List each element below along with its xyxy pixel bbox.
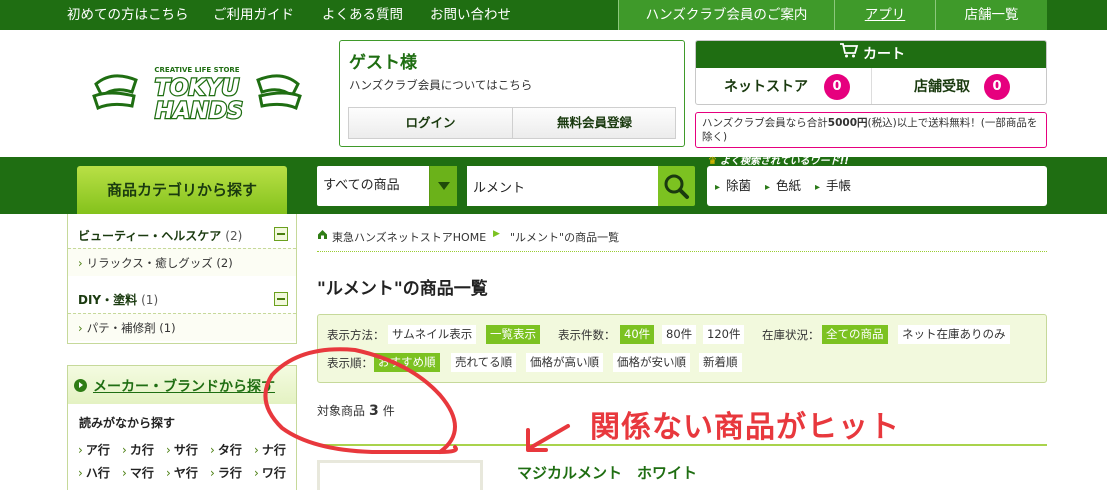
club-info-link[interactable]: ハンズクラブ会員についてはこちら [349,77,532,93]
stock-label: 在庫状況： [762,328,820,342]
sort-label: 表示順： [327,356,373,370]
result-count: 対象商品 3 件 [317,403,395,419]
top-nav-contact[interactable]: お問い合わせ [430,0,511,30]
maker-header[interactable]: メーカー・ブランドから探す [68,366,296,404]
top-nav-club-info[interactable]: ハンズクラブ会員のご案内 [618,0,834,30]
popular-words-title: ♛ よく検索されているワード!! [708,156,849,167]
cart-panel: カート ネットストア 0 店舗受取 0 [695,40,1047,105]
sort-newest-option[interactable]: 新着順 [699,353,742,372]
register-button[interactable]: 無料会員登録 [513,108,676,138]
browse-category-button[interactable]: 商品カテゴリから探す [77,166,287,214]
top-nav-stores[interactable]: 店舗一覧 [935,0,1047,30]
cart-pickup[interactable]: 店舗受取 0 [872,68,1046,104]
search-scope-value: すべての商品 [323,178,400,193]
arrow-right-icon [74,379,87,392]
stock-all-option[interactable]: 全ての商品 [822,325,888,344]
login-button[interactable]: ログイン [349,108,513,138]
kana-link[interactable]: ハ行 [78,464,110,481]
sidebar-maker-search: メーカー・ブランドから探す 読みがなから探す ア行 カ行 サ行 タ行 ナ行 ハ行… [67,365,297,490]
home-icon[interactable] [317,229,328,243]
page-title: "ルメント"の商品一覧 [317,279,488,299]
popular-word[interactable]: 色紙 [765,166,801,208]
sort-recommended-option[interactable]: おすすめ順 [374,353,440,372]
annotation-arrow [526,424,570,452]
divider [317,251,1047,252]
free-shipping-note: ハンズクラブ会員なら合計5000円(税込)以上で送料無料！(一部商品を除く) [695,112,1047,148]
per-page-label: 表示件数： [558,328,616,342]
listing-options: 表示方法： サムネイル表示 一覧表示 表示件数： 40件 80件 120件 在庫… [317,314,1047,383]
kana-link[interactable]: ア行 [78,441,110,458]
top-nav-first-time[interactable]: 初めての方はこちら [67,0,189,30]
per-page-120-option[interactable]: 120件 [703,325,745,344]
search-scope-select[interactable]: すべての商品 [317,166,457,206]
popular-word[interactable]: 除菌 [715,166,751,208]
tokyu-hands-logo[interactable]: CREATIVE LIFE STORE TOKYU HANDS [92,62,302,125]
top-nav-guide[interactable]: ご利用ガイド [213,0,294,30]
sort-price-low-option[interactable]: 価格が安い順 [613,353,690,372]
sidebar-category-diy[interactable]: DIY・塗料 (1) [78,291,158,308]
chevron-down-icon [429,166,457,206]
maker-title: メーカー・ブランドから探す [93,379,275,395]
top-nav-faq[interactable]: よくある質問 [322,0,403,30]
view-thumbnail-option[interactable]: サムネイル表示 [388,325,477,344]
top-nav-app[interactable]: アプリ [834,0,935,30]
kana-link[interactable]: ワ行 [254,464,286,481]
cart-icon [839,41,859,68]
kana-search-label: 読みがなから探す [79,416,176,430]
logo-line1: TOKYU [155,76,240,101]
logo-tagline: CREATIVE LIFE STORE [154,66,239,74]
per-page-40-option[interactable]: 40件 [620,325,655,344]
cart-pickup-count-badge: 0 [984,74,1010,100]
sort-price-high-option[interactable]: 価格が高い順 [526,353,603,372]
kana-link[interactable]: ヤ行 [166,464,198,481]
kana-link[interactable]: タ行 [210,441,242,458]
product-name[interactable]: マジカルメント ホワイト [517,462,697,483]
kana-link[interactable]: ナ行 [254,441,286,458]
popular-words-box: 除菌 色紙 手帳 [707,166,1047,206]
cart-pickup-label: 店舗受取 [914,79,970,95]
guest-panel: ゲスト様 ハンズクラブ会員についてはこちら ログイン 無料会員登録 [339,40,685,147]
sidebar-category-beauty[interactable]: ビューティー・ヘルスケア (2) [78,227,242,244]
search-input[interactable] [467,166,659,206]
kana-link[interactable]: マ行 [122,464,154,481]
sidebar-subcategory-putty[interactable]: パテ・補修剤 (1) [68,313,296,341]
popular-word[interactable]: 手帳 [815,166,851,208]
kana-link[interactable]: ラ行 [210,464,242,481]
sidebar-subcategory-relax[interactable]: リラックス・癒しグッズ (2) [68,248,296,276]
breadcrumb-separator-icon: ▶ [493,229,500,239]
per-page-80-option[interactable]: 80件 [662,325,697,344]
guest-name: ゲスト様 [349,53,417,73]
free-shipping-amount: 5000円 [827,117,868,129]
view-list-option[interactable]: 一覧表示 [486,325,540,344]
product-thumbnail[interactable] [317,460,483,490]
cart-title: カート [863,46,905,63]
annotation-text: 関係ない商品がヒット [590,410,900,445]
cart-header[interactable]: カート [696,41,1046,68]
sort-bestseller-option[interactable]: 売れてる順 [451,353,517,372]
sidebar-category-filter: ビューティー・ヘルスケア(2) リラックス・癒しグッズ (2) DIY・塗料(1… [67,214,297,344]
breadcrumb-current: "ルメント"の商品一覧 [510,231,620,244]
guest-buttons: ログイン 無料会員登録 [348,107,676,139]
kana-link[interactable]: サ行 [166,441,198,458]
collapse-icon[interactable] [274,292,288,306]
kana-link[interactable]: カ行 [122,441,154,458]
divider [317,444,1047,446]
cart-netstore[interactable]: ネットストア 0 [696,68,872,104]
cart-netstore-count-badge: 0 [824,74,850,100]
stock-online-only-option[interactable]: ネット在庫ありのみ [898,325,1010,344]
breadcrumb-home[interactable]: 東急ハンズネットストアHOME [332,229,486,245]
search-button[interactable] [658,166,695,206]
view-mode-label: 表示方法： [327,328,385,342]
collapse-icon[interactable] [274,227,288,241]
search-icon [664,174,689,199]
logo-line2: HANDS [155,99,243,124]
cart-netstore-label: ネットストア [724,79,808,95]
